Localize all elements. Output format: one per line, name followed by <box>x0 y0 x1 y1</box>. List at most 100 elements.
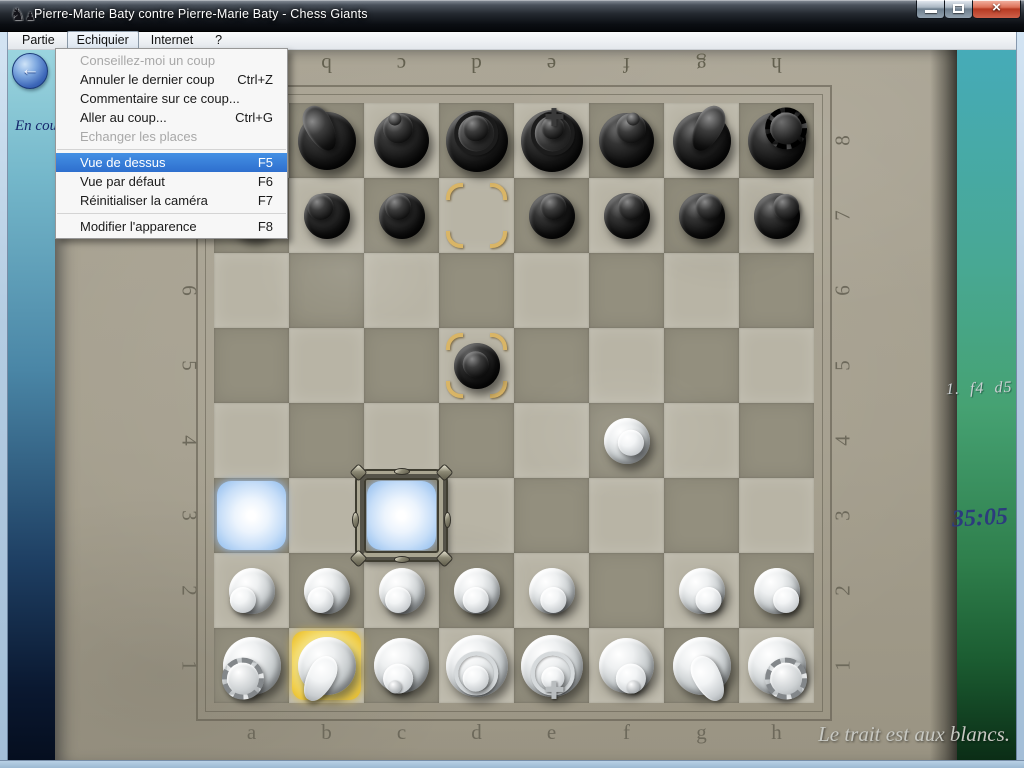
white-bishop-c1[interactable] <box>364 628 439 703</box>
square-e6[interactable] <box>514 253 589 328</box>
square-c4[interactable] <box>364 403 439 478</box>
menu-separator <box>57 213 286 214</box>
window-title: Pierre-Marie Baty contre Pierre-Marie Ba… <box>34 7 368 21</box>
piece-head <box>385 587 411 613</box>
black-pawn-f7[interactable] <box>589 178 664 253</box>
black-bishop-f8[interactable] <box>589 103 664 178</box>
left-panel: ← <box>8 50 55 760</box>
square-f3[interactable] <box>589 478 664 553</box>
menu-item-label: Commentaire sur ce coup... <box>80 89 240 108</box>
square-g5[interactable] <box>664 328 739 403</box>
back-button[interactable]: ← <box>12 53 48 89</box>
file-label-top-g: g <box>664 52 739 77</box>
piece-head <box>462 587 488 613</box>
square-b4[interactable] <box>289 403 364 478</box>
black-pawn-g7[interactable] <box>664 178 739 253</box>
black-pawn-e7[interactable] <box>514 178 589 253</box>
square-c6[interactable] <box>364 253 439 328</box>
menu-item-conseillez-moi-un-coup[interactable]: Conseillez-moi un coup <box>56 51 287 70</box>
white-pawn-d2[interactable] <box>439 553 514 628</box>
menu-item-commentaire-sur-ce-coup-[interactable]: Commentaire sur ce coup... <box>56 89 287 108</box>
square-e3[interactable] <box>514 478 589 553</box>
square-b6[interactable] <box>289 253 364 328</box>
square-f5[interactable] <box>589 328 664 403</box>
black-pawn-h7[interactable] <box>739 178 814 253</box>
file-label-bottom-g: g <box>664 720 739 745</box>
square-g6[interactable] <box>664 253 739 328</box>
piece-head <box>221 657 263 699</box>
file-label-bottom-d: d <box>439 720 514 745</box>
black-rook-h8[interactable] <box>739 103 814 178</box>
menu-item-vue-par-défaut[interactable]: Vue par défautF6 <box>56 172 287 191</box>
menu-item-label: Réinitialiser la caméra <box>80 191 208 210</box>
app-window: ♞♟ Pierre-Marie Baty contre Pierre-Marie… <box>0 0 1024 768</box>
square-h3[interactable] <box>739 478 814 553</box>
white-rook-a1[interactable] <box>214 628 289 703</box>
black-bishop-c8[interactable] <box>364 103 439 178</box>
menu-item-label: Aller au coup... <box>80 108 167 127</box>
menu-separator <box>57 149 286 150</box>
menu-item-modifier-l-apparence[interactable]: Modifier l'apparenceF8 <box>56 217 287 236</box>
menu-item-label: Echanger les places <box>80 127 197 146</box>
black-king-e8[interactable] <box>514 103 589 178</box>
square-h5[interactable] <box>739 328 814 403</box>
square-h4[interactable] <box>739 403 814 478</box>
menu-item-annuler-le-dernier-coup[interactable]: Annuler le dernier coupCtrl+Z <box>56 70 287 89</box>
white-pawn-a2[interactable] <box>214 553 289 628</box>
white-bishop-f1[interactable] <box>589 628 664 703</box>
square-g3[interactable] <box>664 478 739 553</box>
square-e5[interactable] <box>514 328 589 403</box>
square-d4[interactable] <box>439 403 514 478</box>
file-label-top-c: c <box>364 52 439 77</box>
piece-head <box>773 587 799 613</box>
close-button[interactable]: × <box>973 0 1021 19</box>
square-h6[interactable] <box>739 253 814 328</box>
menu-item-vue-de-dessus[interactable]: Vue de dessusF5 <box>56 153 287 172</box>
highlight-target-a3[interactable] <box>214 478 289 553</box>
white-queen-d1[interactable] <box>439 628 514 703</box>
black-queen-d8[interactable] <box>439 103 514 178</box>
window-border-left <box>0 32 8 768</box>
white-pawn-c2[interactable] <box>364 553 439 628</box>
window-border-bottom <box>0 760 1024 768</box>
white-king-e1[interactable] <box>514 628 589 703</box>
file-label-top-h: h <box>739 52 814 77</box>
square-c5[interactable] <box>364 328 439 403</box>
square-f6[interactable] <box>589 253 664 328</box>
black-knight-b8[interactable] <box>289 103 364 178</box>
board-edge-shadow <box>930 50 957 760</box>
menu-item-réinitialiser-la-caméra[interactable]: Réinitialiser la caméra F7 <box>56 191 287 210</box>
white-pawn-f4[interactable] <box>589 403 664 478</box>
menu-item-label: Annuler le dernier coup <box>80 70 214 89</box>
cursor-frame-ornament <box>444 512 451 528</box>
square-e4[interactable] <box>514 403 589 478</box>
last-move-marker <box>446 231 463 248</box>
menu-item-label: Conseillez-moi un coup <box>80 51 215 70</box>
black-pawn-c7[interactable] <box>364 178 439 253</box>
white-knight-g1[interactable] <box>664 628 739 703</box>
menu-item-shortcut: F7 <box>258 191 273 210</box>
black-knight-g8[interactable] <box>664 103 739 178</box>
minimize-button[interactable] <box>916 0 945 19</box>
white-knight-b1[interactable] <box>289 628 364 703</box>
black-pawn-b7[interactable] <box>289 178 364 253</box>
menu-item-shortcut: Ctrl+G <box>235 108 273 127</box>
white-pawn-h2[interactable] <box>739 553 814 628</box>
white-rook-h1[interactable] <box>739 628 814 703</box>
black-pawn-d5[interactable] <box>439 328 514 403</box>
move-list: 1. f4 d5 <box>945 379 1012 399</box>
square-f2[interactable] <box>589 553 664 628</box>
white-pawn-e2[interactable] <box>514 553 589 628</box>
menu-item-aller-au-coup-[interactable]: Aller au coup... Ctrl+G <box>56 108 287 127</box>
king-cross-icon <box>544 679 564 699</box>
maximize-button[interactable] <box>945 0 973 19</box>
square-g4[interactable] <box>664 403 739 478</box>
highlight-target-cursor-c3[interactable] <box>364 478 439 553</box>
white-pawn-g2[interactable] <box>664 553 739 628</box>
square-b5[interactable] <box>289 328 364 403</box>
piece-head <box>695 587 721 613</box>
white-pawn-b2[interactable] <box>289 553 364 628</box>
square-d6[interactable] <box>439 253 514 328</box>
chess-board <box>214 103 814 703</box>
menu-item-echanger-les-places[interactable]: Echanger les places <box>56 127 287 146</box>
